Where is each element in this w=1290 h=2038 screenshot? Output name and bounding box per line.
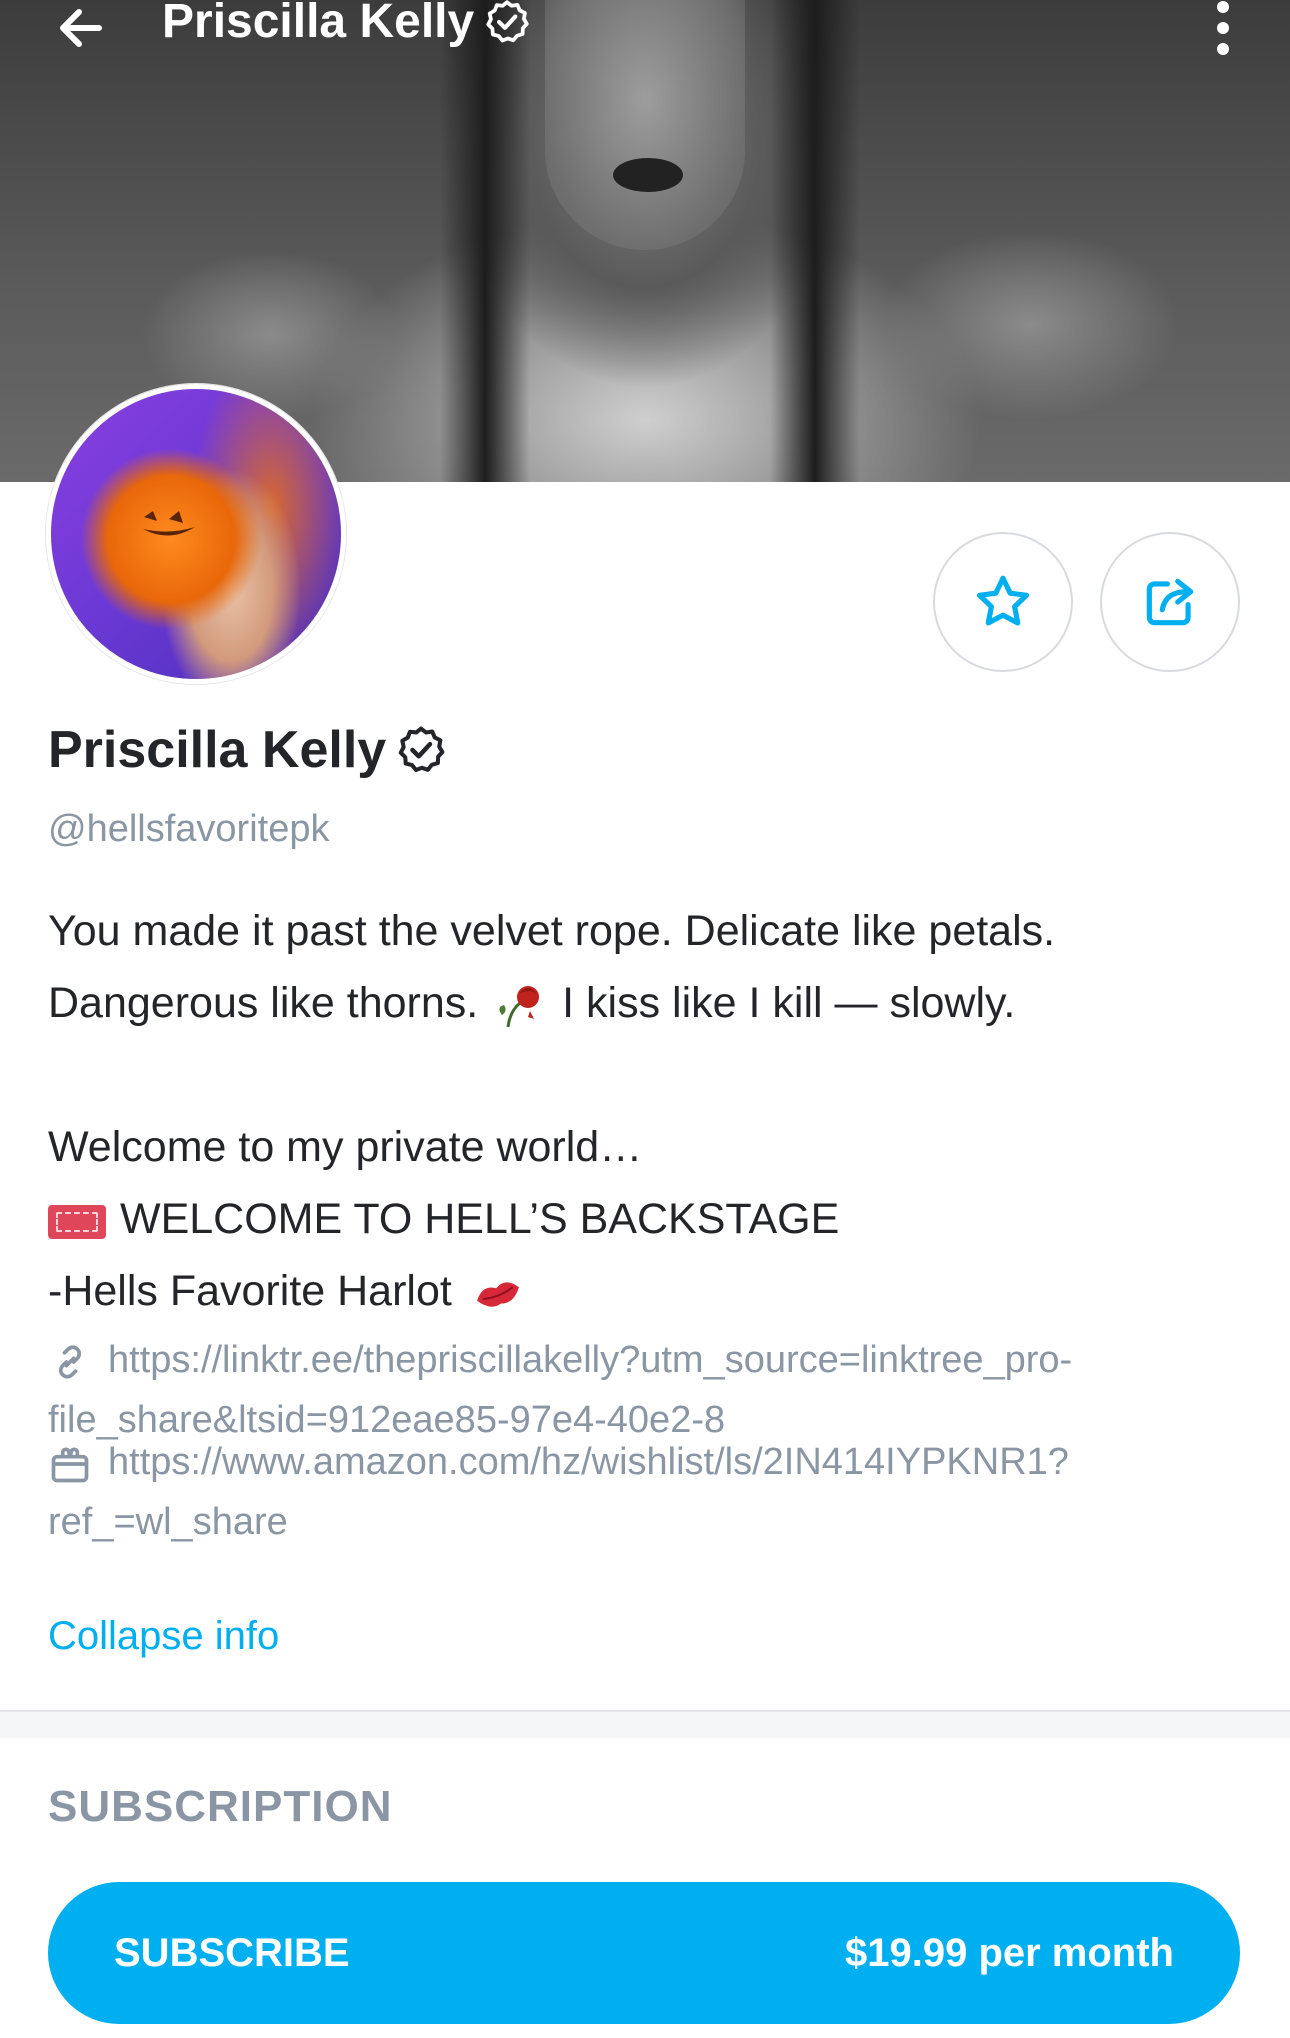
avatar[interactable] bbox=[46, 384, 346, 684]
profile-handle: @hellsfavoritepk bbox=[48, 808, 330, 850]
amazon-wishlist-link[interactable]: https://www.amazon.com/hz/wishlist/ls/2I… bbox=[48, 1432, 1248, 1552]
bio-line: WELCOME TO HELL’S BACKSTAGE bbox=[48, 1183, 1248, 1255]
subscribe-label: SUBSCRIBE bbox=[114, 1930, 350, 1975]
amazon-url-line2[interactable]: ref_=wl_share bbox=[48, 1501, 288, 1543]
top-bar: Priscilla Kelly bbox=[0, 0, 1290, 56]
share-icon bbox=[1146, 578, 1194, 626]
header-title-text: Priscilla Kelly bbox=[162, 0, 475, 48]
avatar-pumpkin-detail bbox=[143, 511, 195, 536]
amazon-url-line1[interactable]: https://www.amazon.com/hz/wishlist/ls/2I… bbox=[108, 1441, 1069, 1483]
link-icon bbox=[59, 1345, 81, 1379]
bio-line: Welcome to my private world… bbox=[48, 1123, 643, 1171]
bio-text: I kiss like I kill — slowly. bbox=[562, 979, 1016, 1027]
more-options-button[interactable] bbox=[1198, 0, 1248, 56]
kiss-mark-icon bbox=[476, 1282, 519, 1307]
back-button[interactable] bbox=[46, 0, 116, 56]
bio-line: -Hells Favorite Harlot bbox=[48, 1255, 1248, 1327]
subscription-section-title: SUBSCRIPTION bbox=[48, 1782, 393, 1831]
bio-text: Dangerous like thorns. bbox=[48, 979, 479, 1027]
more-vertical-icon bbox=[1217, 1, 1229, 13]
wilted-rose-icon bbox=[499, 985, 540, 1027]
profile-name: Priscilla Kelly bbox=[48, 721, 387, 779]
subscribe-price: $19.99 per month bbox=[844, 1930, 1174, 1975]
profile-name-row: Priscilla Kelly bbox=[48, 720, 448, 780]
bio-text: WELCOME TO HELL’S BACKSTAGE bbox=[120, 1195, 840, 1243]
share-profile-button[interactable] bbox=[1100, 532, 1240, 672]
bio-text: -Hells Favorite Harlot bbox=[48, 1267, 452, 1315]
bio-line: Dangerous like thorns. I kiss like I kil… bbox=[48, 967, 1248, 1039]
admission-ticket-icon bbox=[48, 1204, 106, 1239]
profile-bio: You made it past the velvet rope. Delica… bbox=[48, 895, 1248, 1327]
linktree-url-line1[interactable]: https://linktr.ee/thepriscillakelly?utm_… bbox=[108, 1339, 1072, 1381]
bio-line: You made it past the velvet rope. Delica… bbox=[48, 907, 1056, 955]
section-divider bbox=[0, 1710, 1290, 1738]
star-icon bbox=[976, 575, 1030, 626]
add-to-favorites-button[interactable] bbox=[933, 532, 1073, 672]
verified-badge-icon bbox=[486, 0, 529, 42]
subscribe-button[interactable]: SUBSCRIBE $19.99 per month bbox=[48, 1882, 1240, 2024]
verified-badge-icon bbox=[398, 726, 445, 773]
back-arrow-icon bbox=[60, 9, 102, 47]
gift-icon bbox=[51, 1447, 89, 1483]
collapse-info-button[interactable]: Collapse info bbox=[48, 1614, 279, 1659]
header-title: Priscilla Kelly bbox=[162, 0, 532, 49]
